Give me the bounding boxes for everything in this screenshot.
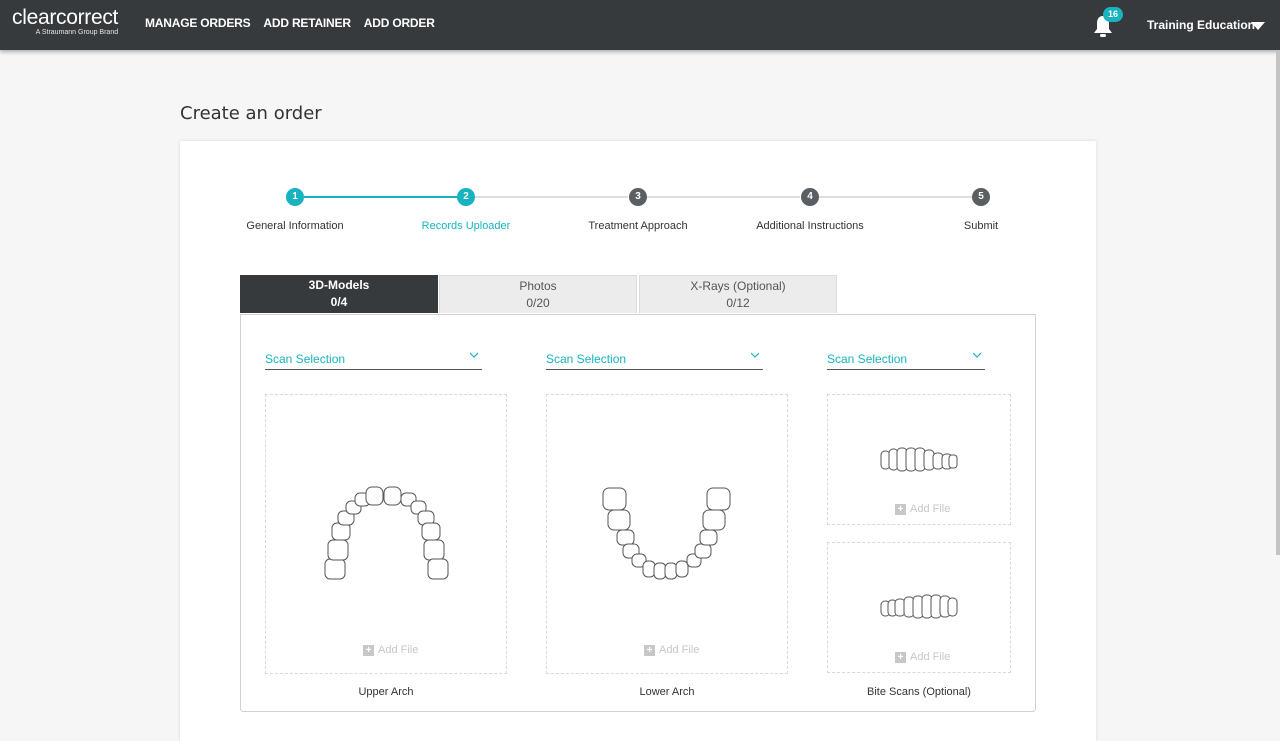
step-connector-2-3 (475, 196, 628, 198)
chevron-down-icon (973, 352, 981, 358)
upper-arch-add-file[interactable]: + Add File (363, 644, 418, 656)
lower-arch-teeth-icon (602, 487, 731, 580)
step-4-label[interactable]: Additional Instructions (730, 220, 890, 232)
bite-side-teeth-icon (880, 594, 958, 619)
step-2-label[interactable]: Records Uploader (386, 220, 546, 232)
nav-add-retainer[interactable]: ADD RETAINER (263, 16, 351, 30)
lower-arch-caption: Lower Arch (639, 686, 695, 698)
plus-icon: + (644, 644, 655, 656)
nav-add-order[interactable]: ADD ORDER (364, 16, 435, 30)
step-5-dot[interactable]: 5 (972, 188, 990, 206)
bite-scan-1-add-file-label: Add File (910, 503, 951, 515)
scan-selection-lower[interactable]: Scan Selection (546, 348, 763, 370)
top-navbar: clearcorrect A Straumann Group Brand MAN… (0, 0, 1280, 50)
step-connector-3-4 (647, 196, 800, 198)
upper-arch-teeth-icon (324, 486, 449, 580)
upper-arch-add-file-label: Add File (378, 644, 419, 656)
plus-icon: + (895, 651, 906, 663)
clearcorrect-logo[interactable]: clearcorrect A Straumann Group Brand (12, 6, 119, 37)
main-nav: MANAGE ORDERS ADD RETAINER ADD ORDER (145, 16, 435, 30)
user-menu-name[interactable]: Training Education (1147, 18, 1255, 32)
lower-arch-add-file[interactable]: + Add File (644, 644, 699, 656)
tab-photos[interactable]: Photos 0/20 (439, 275, 637, 313)
page-title: Create an order (180, 103, 322, 124)
scan-selection-bite[interactable]: Scan Selection (827, 348, 985, 370)
bite-scan-1-add-file[interactable]: + Add File (895, 503, 950, 515)
bite-front-teeth-icon (880, 447, 958, 472)
tab-photos-label: Photos (519, 279, 557, 293)
step-connector-1-2 (304, 196, 457, 198)
scan-selection-bite-label: Scan Selection (827, 352, 908, 366)
page-scrollbar[interactable] (1276, 50, 1280, 555)
scan-selection-lower-label: Scan Selection (546, 352, 627, 366)
upper-arch-caption: Upper Arch (358, 686, 414, 698)
user-menu-caret-icon[interactable] (1251, 22, 1265, 30)
logo-text: clearcorrect (12, 6, 119, 29)
step-2-dot[interactable]: 2 (457, 188, 475, 206)
step-connector-4-5 (819, 196, 972, 198)
tab-xrays[interactable]: X-Rays (Optional) 0/12 (639, 275, 837, 313)
bite-scan-2-add-file[interactable]: + Add File (895, 651, 950, 663)
plus-icon: + (363, 644, 374, 656)
step-1-label[interactable]: General Information (215, 220, 375, 232)
step-5-label[interactable]: Submit (901, 220, 1061, 232)
chevron-down-icon (470, 352, 478, 358)
nav-manage-orders[interactable]: MANAGE ORDERS (145, 16, 251, 30)
tab-xrays-label: X-Rays (Optional) (690, 279, 786, 293)
step-4-dot[interactable]: 4 (801, 188, 819, 206)
bite-scans-caption: Bite Scans (Optional) (867, 686, 971, 698)
logo-subtitle: A Straumann Group Brand (35, 29, 119, 36)
tab-xrays-count: 0/12 (726, 296, 750, 310)
chevron-down-icon (751, 352, 759, 358)
notification-count-badge: 16 (1103, 7, 1123, 22)
tab-3d-models-label: 3D-Models (308, 278, 370, 292)
step-3-label[interactable]: Treatment Approach (558, 220, 718, 232)
scan-selection-upper-label: Scan Selection (265, 352, 346, 366)
step-1-dot[interactable]: 1 (286, 188, 304, 206)
tab-photos-count: 0/20 (526, 296, 550, 310)
step-3-dot[interactable]: 3 (629, 188, 647, 206)
scan-selection-upper[interactable]: Scan Selection (265, 348, 482, 370)
tab-3d-models-count: 0/4 (330, 295, 348, 309)
lower-arch-add-file-label: Add File (659, 644, 700, 656)
tab-3d-models[interactable]: 3D-Models 0/4 (240, 275, 438, 313)
bite-scan-2-add-file-label: Add File (910, 651, 951, 663)
plus-icon: + (895, 503, 906, 515)
